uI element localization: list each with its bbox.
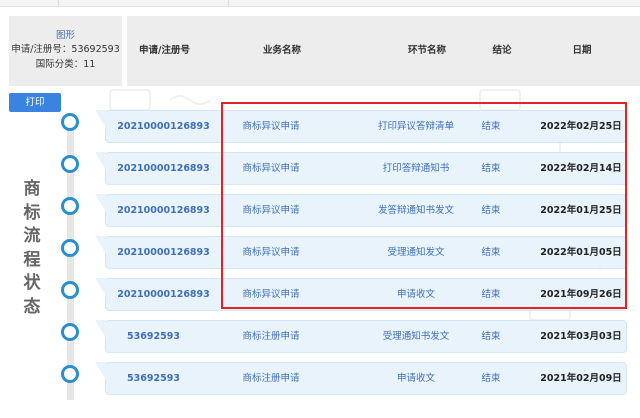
header-business-name: 业务名称 [262, 45, 301, 56]
row-pointer [95, 110, 106, 128]
title-char: 态 [23, 296, 41, 317]
business-name-cell: 商标异议申请 [242, 163, 300, 174]
title-char: 流 [23, 226, 41, 246]
application-number: 申请/注册号：53692593 [11, 44, 120, 55]
table-header: 申请/注册号 业务名称 环节名称 结论 日期 [127, 16, 640, 86]
result-cell: 结束 [481, 247, 501, 258]
timeline-row: 53692593 商标注册申请 受理通知书发文 结束 2021年03月03日 [95, 320, 627, 353]
date-cell: 2022年01月05日 [540, 247, 622, 258]
top-tab-segment [0, 0, 59, 6]
timeline-row: 20210000126893 商标异议申请 打印答辩通知书 结束 2022年02月14日 [95, 152, 627, 185]
timeline-node-icon [61, 239, 79, 257]
timeline-row: 20210000126893 商标异议申请 受理通知发文 结束 2022年01月05日 [95, 236, 627, 269]
timeline-node-icon [61, 281, 79, 299]
date-cell: 2022年01月25日 [540, 205, 622, 216]
trademark-process-status-title: 商 标 流 程 状 态 [18, 178, 46, 319]
business-name-cell: 商标异议申请 [242, 247, 300, 258]
title-char: 状 [23, 273, 41, 293]
business-name-cell: 商标注册申请 [242, 373, 300, 384]
application-number-cell: 20210000126893 [117, 163, 210, 174]
international-class: 国际分类：11 [35, 59, 96, 70]
result-cell: 结束 [481, 121, 501, 132]
title-char: 标 [23, 202, 41, 223]
timeline-node-icon [61, 155, 79, 173]
business-name-cell: 商标异议申请 [242, 205, 300, 216]
result-cell: 结束 [481, 373, 501, 384]
print-button[interactable]: 打印 [9, 93, 61, 112]
row-pointer [95, 236, 106, 254]
application-number-cell: 20210000126893 [117, 121, 210, 132]
application-number-cell: 20210000126893 [117, 247, 210, 258]
title-char: 商 [23, 179, 41, 199]
timeline-node-icon [61, 197, 79, 215]
top-tab-segment [58, 0, 229, 6]
result-cell: 结束 [481, 289, 501, 300]
header-result: 结论 [492, 45, 512, 56]
application-number-cell: 53692593 [127, 331, 180, 342]
date-cell: 2021年02月09日 [540, 373, 622, 384]
business-name-cell: 商标注册申请 [242, 331, 300, 342]
business-name-cell: 商标异议申请 [242, 289, 300, 300]
timeline-row: 20210000126893 商标异议申请 发答辩通知书发文 结束 2022年01月25… [95, 194, 627, 227]
top-tab-strip [0, 0, 640, 7]
date-cell: 2021年09月26日 [540, 289, 622, 300]
business-name-cell: 商标异议申请 [242, 121, 300, 132]
result-cell: 结束 [481, 331, 501, 342]
application-number-cell: 20210000126893 [117, 289, 210, 300]
timeline-node-icon [61, 365, 79, 383]
timeline-node-icon [61, 113, 79, 131]
timeline-node-icon [61, 323, 79, 341]
header-application-number: 申请/注册号 [139, 45, 190, 56]
title-char: 程 [23, 249, 41, 270]
result-cell: 结束 [481, 205, 501, 216]
row-pointer [95, 194, 106, 212]
date-cell: 2022年02月14日 [540, 163, 622, 174]
timeline-row: 53692593 商标注册申请 申请收文 结束 2021年02月09日 [95, 362, 627, 395]
application-number-cell: 53692593 [127, 373, 180, 384]
date-cell: 2022年02月25日 [540, 121, 622, 132]
header-date: 日期 [572, 45, 592, 56]
result-cell: 结束 [481, 163, 501, 174]
trademark-info-box: 图形 申请/注册号：53692593 国际分类：11 [9, 16, 122, 86]
row-pointer [95, 278, 106, 296]
image-link[interactable]: 图形 [9, 29, 122, 42]
application-number-cell: 20210000126893 [117, 205, 210, 216]
row-pointer [95, 152, 106, 170]
timeline-row: 20210000126893 商标异议申请 申请收文 结束 2021年09月26日 [95, 278, 627, 311]
timeline-row: 20210000126893 商标异议申请 打印异议答辩清单 结束 2022年02月25… [95, 110, 627, 143]
date-cell: 2021年03月03日 [540, 331, 622, 342]
